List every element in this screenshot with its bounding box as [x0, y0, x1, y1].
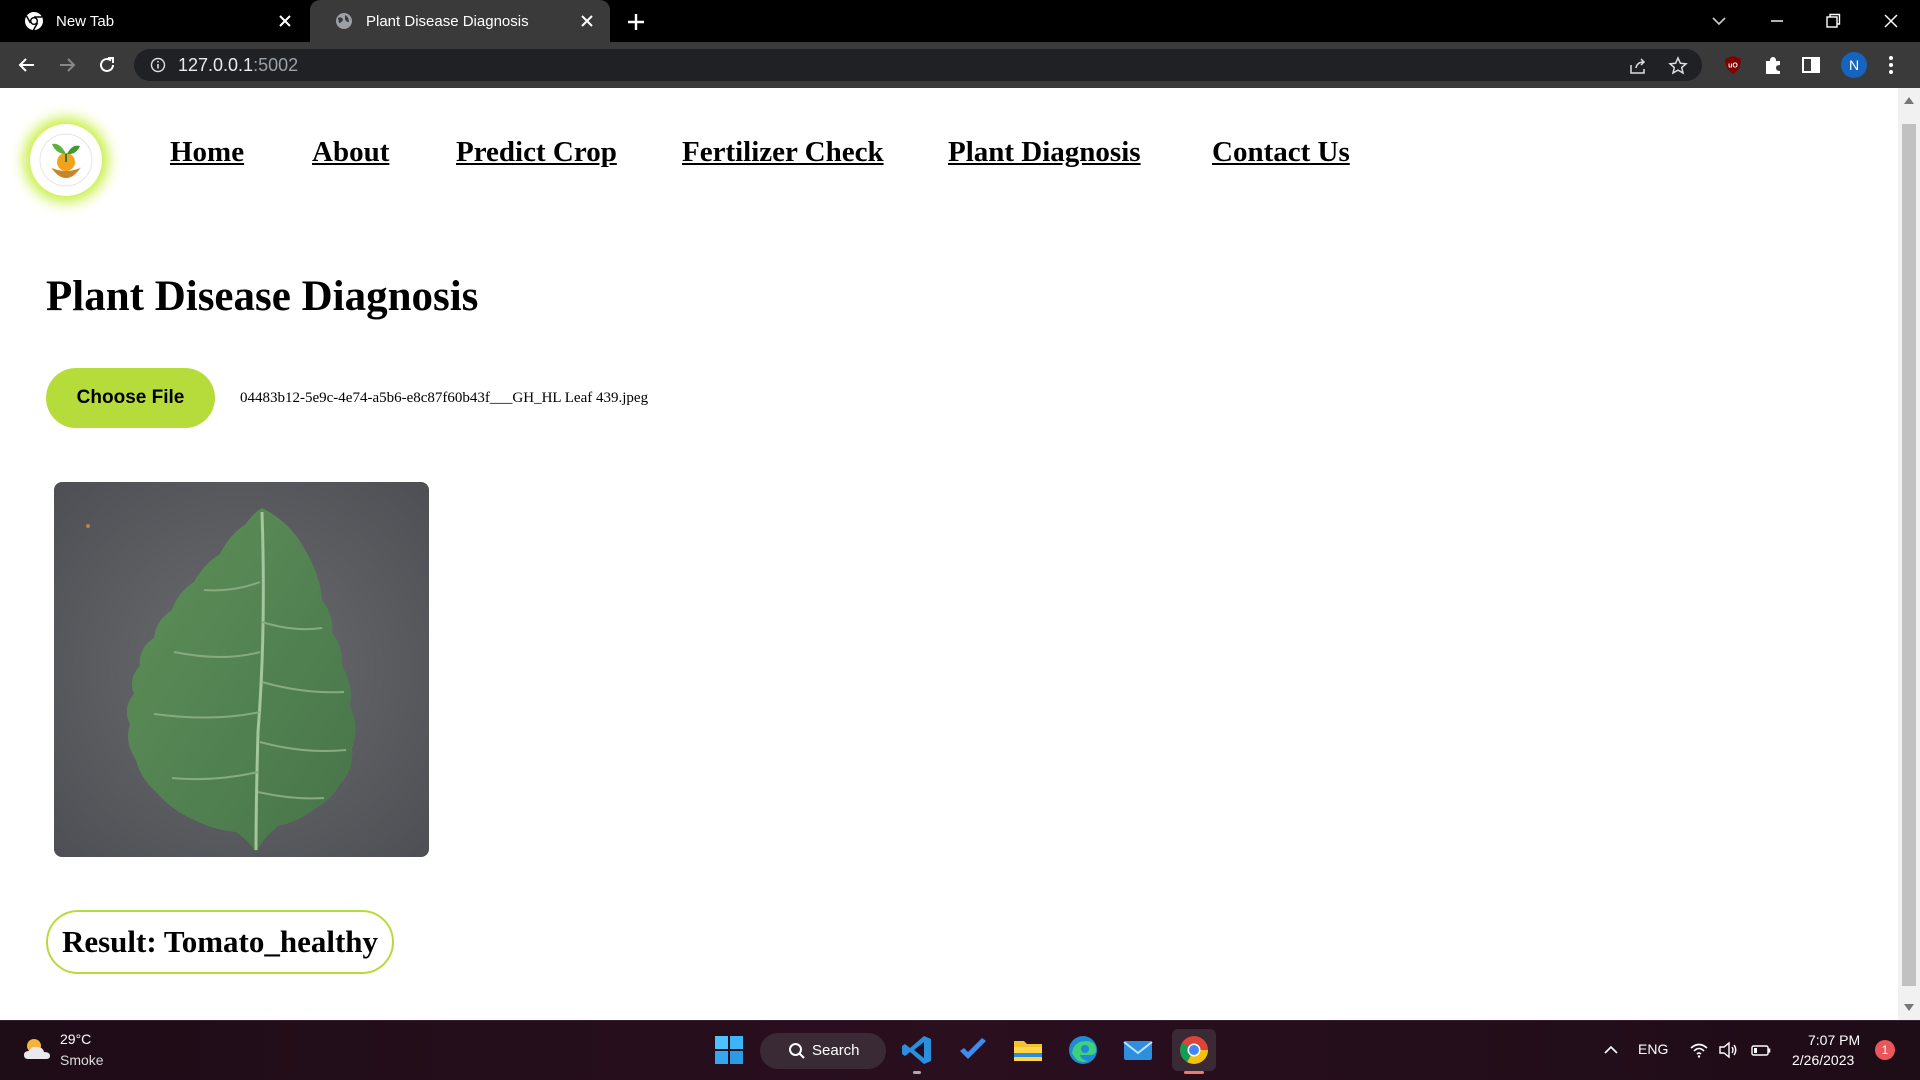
volume-icon[interactable]	[1718, 1040, 1738, 1060]
windows-taskbar: 29°C Smoke Search ENG 7:07 PM 2/26/2023 …	[0, 1020, 1920, 1080]
address-bar[interactable]: 127.0.0.1:5002	[134, 49, 1702, 81]
choose-file-button[interactable]: Choose File	[46, 368, 215, 428]
nav-link-predict-crop[interactable]: Predict Crop	[456, 136, 617, 169]
scroll-up-arrow-icon[interactable]	[1904, 96, 1914, 104]
notification-badge[interactable]: 1	[1875, 1040, 1895, 1060]
result-box: Result: Tomato_healthy	[46, 910, 394, 974]
search-label: Search	[812, 1042, 860, 1059]
site-logo[interactable]	[30, 124, 102, 196]
tab-title: Plant Disease Diagnosis	[366, 12, 529, 30]
ublock-origin-icon[interactable]: uO	[1722, 54, 1744, 76]
tab-search-chevron-icon[interactable]	[1708, 10, 1730, 32]
reload-icon[interactable]	[96, 54, 118, 76]
mail-icon[interactable]	[1121, 1033, 1155, 1067]
extensions-puzzle-icon[interactable]	[1762, 54, 1784, 76]
restore-icon[interactable]	[1822, 10, 1844, 32]
clock-date[interactable]: 2/26/2023	[1792, 1052, 1854, 1068]
url-text[interactable]: 127.0.0.1:5002	[178, 55, 298, 76]
nav-link-about[interactable]: About	[312, 136, 389, 169]
nav-link-contact-us[interactable]: Contact Us	[1212, 136, 1350, 169]
tab-new-tab[interactable]: New Tab	[0, 0, 308, 42]
todo-check-icon[interactable]	[956, 1033, 990, 1067]
scroll-down-arrow-icon[interactable]	[1904, 1004, 1914, 1012]
tab-title: New Tab	[56, 12, 115, 30]
page-title: Plant Disease Diagnosis	[46, 273, 479, 320]
language-indicator[interactable]: ENG	[1638, 1041, 1668, 1057]
tab-plant-disease-diagnosis[interactable]: Plant Disease Diagnosis	[310, 0, 610, 42]
weather-temperature: 29°C	[60, 1031, 92, 1047]
side-panel-icon[interactable]	[1800, 54, 1822, 76]
nav-link-fertilizer-check[interactable]: Fertilizer Check	[682, 136, 884, 169]
close-window-icon[interactable]	[1880, 10, 1902, 32]
file-explorer-icon[interactable]	[1011, 1033, 1045, 1067]
edge-browser-icon[interactable]	[1066, 1033, 1100, 1067]
nav-link-plant-diagnosis[interactable]: Plant Diagnosis	[948, 136, 1141, 169]
result-text: Result: Tomato_healthy	[61, 924, 379, 959]
uploaded-leaf-image	[54, 482, 429, 857]
close-icon[interactable]	[276, 12, 294, 30]
page-viewport: Home About Predict Crop Fertilizer Check…	[0, 88, 1898, 1020]
running-indicator	[913, 1071, 921, 1074]
page-scrollbar[interactable]	[1898, 88, 1920, 1020]
chrome-taskbar-icon[interactable]	[1177, 1033, 1211, 1067]
weather-description: Smoke	[60, 1052, 104, 1068]
chevron-up-icon[interactable]	[1601, 1040, 1621, 1060]
chrome-icon	[25, 12, 43, 31]
bookmark-star-icon[interactable]	[1668, 56, 1688, 76]
scroll-thumb[interactable]	[1902, 124, 1916, 986]
wifi-icon[interactable]	[1689, 1040, 1709, 1060]
new-tab-plus-icon[interactable]	[624, 10, 648, 34]
search-icon	[789, 1043, 805, 1059]
info-icon[interactable]	[150, 57, 166, 73]
profile-avatar[interactable]: N	[1841, 52, 1867, 78]
minimize-icon[interactable]	[1766, 10, 1788, 32]
selected-file-name: 04483b12-5e9c-4e74-a5b6-e8c87f60b43f___G…	[240, 390, 649, 406]
weather-cloud-sun-icon[interactable]	[22, 1035, 52, 1063]
back-arrow-icon[interactable]	[16, 54, 38, 76]
active-indicator	[1184, 1071, 1204, 1074]
globe-icon	[336, 13, 352, 29]
tab-strip: New Tab Plant Disease Diagnosis	[0, 0, 1920, 42]
url-host: 127.0.0.1	[178, 55, 254, 75]
close-icon[interactable]	[578, 12, 596, 30]
plant-logo-icon	[39, 133, 93, 187]
nav-link-home[interactable]: Home	[170, 136, 244, 169]
vscode-icon[interactable]	[900, 1033, 934, 1067]
more-menu-icon[interactable]	[1886, 54, 1896, 76]
taskbar-search[interactable]: Search	[760, 1033, 886, 1069]
browser-toolbar: 127.0.0.1:5002 uO N	[0, 42, 1920, 88]
share-icon[interactable]	[1628, 56, 1648, 76]
svg-text:uO: uO	[1728, 63, 1738, 70]
clock-time[interactable]: 7:07 PM	[1808, 1032, 1860, 1048]
windows-start-icon[interactable]	[712, 1033, 746, 1067]
battery-icon[interactable]	[1751, 1040, 1771, 1060]
forward-arrow-icon[interactable]	[56, 54, 78, 76]
url-port: :5002	[253, 55, 299, 75]
